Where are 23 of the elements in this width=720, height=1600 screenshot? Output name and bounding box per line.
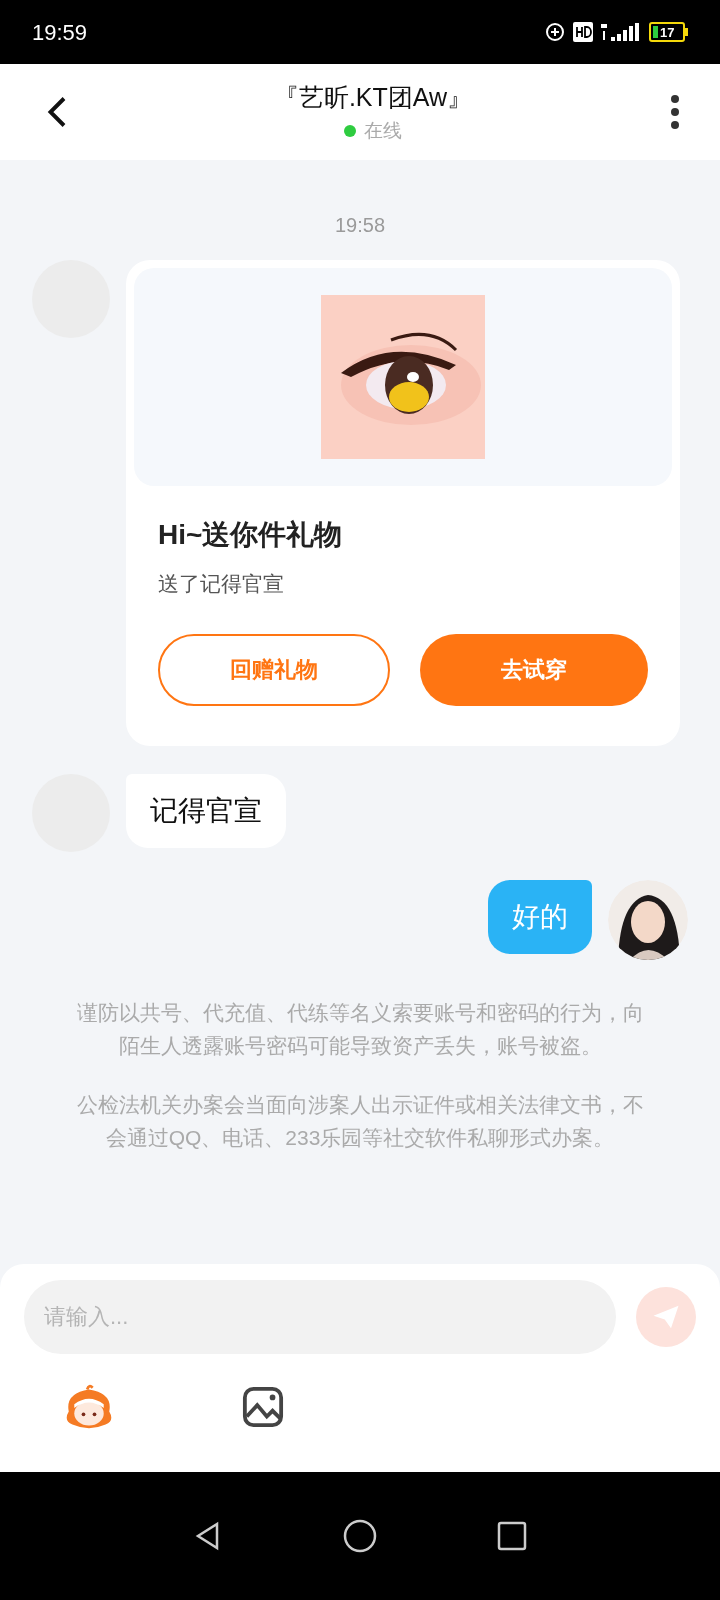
home-nav-icon[interactable]: [343, 1519, 377, 1553]
safety-notice: 公检法机关办案会当面向涉案人出示证件或相关法律文书，不会通过QQ、电话、233乐园等社交软件私聊形式办案。: [75, 1091, 645, 1151]
online-status: 在线: [364, 118, 402, 143]
gift-title: Hi~送你件礼物: [158, 518, 344, 552]
battery-fill: [653, 26, 658, 38]
status-time: 19:59: [32, 18, 88, 47]
message-time: 19:58: [334, 213, 386, 238]
recents-nav-icon[interactable]: [497, 1521, 527, 1551]
gift-subtitle: 送了记得官宣: [158, 571, 285, 597]
data-saver-icon: [545, 22, 565, 42]
chat-title: 『艺昕.KT团Aw』: [273, 82, 473, 113]
avatar[interactable]: [608, 879, 688, 960]
hd-icon: [573, 22, 593, 42]
return-gift-button[interactable]: 回赠礼物: [158, 633, 390, 706]
battery-level: 17: [660, 25, 675, 39]
message-input[interactable]: 请输入...: [24, 1280, 616, 1354]
image-icon[interactable]: [242, 1386, 284, 1428]
safety-notice: 谨防以共号、代充值、代练等名义索要账号和密码的行为，向陌生人透露账号密码可能导致资产丢失，账号被盗。: [75, 999, 645, 1059]
try-on-button[interactable]: 去试穿: [420, 633, 648, 706]
signal-icon: [601, 22, 641, 42]
more-icon[interactable]: [670, 94, 680, 130]
message-bubble: 记得官宣: [126, 773, 286, 848]
message-bubble: 好的: [488, 879, 592, 954]
